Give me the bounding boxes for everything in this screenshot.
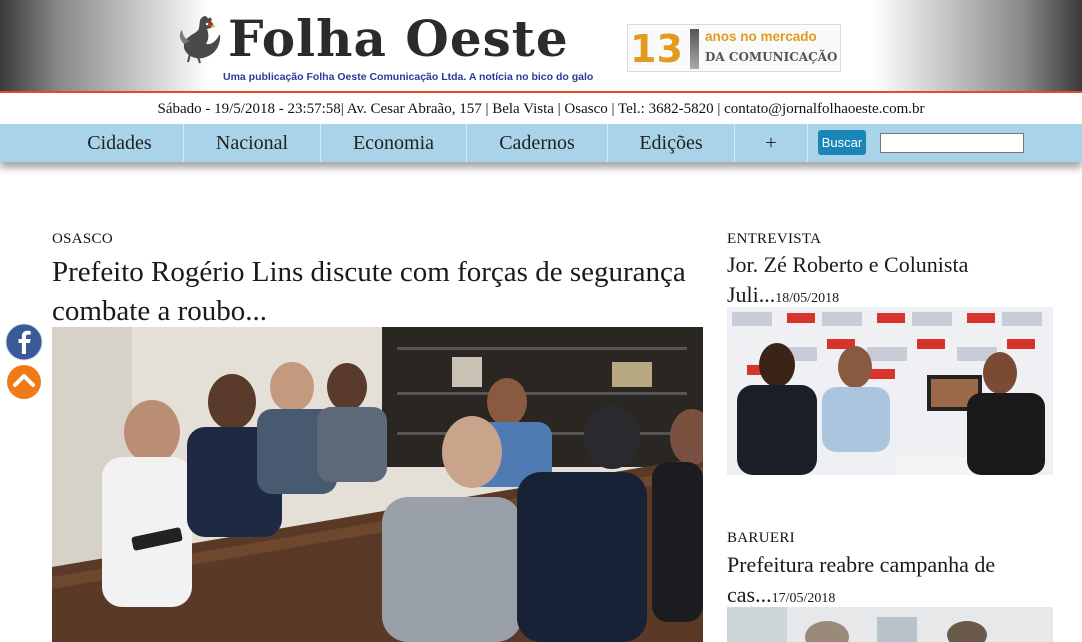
main-article-title[interactable]: Prefeito Rogério Lins discute com forças… [52, 253, 702, 331]
nav-item-cadernos[interactable]: Cadernos [467, 124, 608, 162]
nav-item-economia[interactable]: Economia [321, 124, 467, 162]
anniversary-line1: anos no mercado [705, 29, 817, 44]
site-header: Folha Oeste Uma publicação Folha Oeste C… [0, 0, 1082, 93]
facebook-icon[interactable] [5, 323, 43, 361]
side-article-title[interactable]: Jor. Zé Roberto e Colunista Juli...18/05… [727, 250, 1057, 314]
side-article-date: 17/05/2018 [771, 591, 836, 606]
nav-item-cidades[interactable]: Cidades [56, 124, 184, 162]
interview-photo [727, 307, 1053, 475]
search-input[interactable] [880, 133, 1024, 153]
side-article-kicker[interactable]: BARUERI [727, 530, 795, 547]
side-article-photo[interactable] [727, 307, 1053, 475]
nav-item-edicoes[interactable]: Edições [608, 124, 735, 162]
main-article-kicker[interactable]: OSASCO [52, 231, 113, 248]
site-tagline: Uma publicação Folha Oeste Comunicação L… [223, 71, 594, 83]
main-article-photo[interactable] [52, 327, 703, 642]
date-contact-bar: Sábado - 19/5/2018 - 23:57:58| Av. Cesar… [157, 101, 925, 117]
search-button[interactable]: Buscar [818, 130, 866, 155]
anniversary-line2: DA COMUNICAÇÃO [705, 50, 838, 64]
anniversary-number: 13 [630, 27, 683, 71]
side-article-photo[interactable] [727, 607, 1053, 642]
anniversary-divider [690, 29, 699, 69]
side-article-title-text[interactable]: Jor. Zé Roberto e Colunista Juli... [727, 252, 968, 307]
rooster-icon [179, 16, 221, 64]
nav-item-nacional[interactable]: Nacional [184, 124, 321, 162]
side-article-date: 18/05/2018 [775, 291, 840, 306]
nav-item-more[interactable]: + [735, 124, 808, 162]
meeting-photo [52, 327, 703, 642]
chevron-up-icon[interactable] [6, 364, 42, 400]
side-article-title-text[interactable]: Prefeitura reabre campanha de cas... [727, 552, 995, 607]
main-nav: Cidades Nacional Economia Cadernos Ediçõ… [0, 124, 1082, 162]
side-article-title[interactable]: Prefeitura reabre campanha de cas...17/0… [727, 550, 1057, 614]
site-logo-title[interactable]: Folha Oeste [228, 6, 569, 72]
side-article-kicker[interactable]: ENTREVISTA [727, 231, 821, 248]
campaign-photo [727, 607, 1053, 642]
anniversary-badge: 13 anos no mercado DA COMUNICAÇÃO [627, 24, 841, 72]
